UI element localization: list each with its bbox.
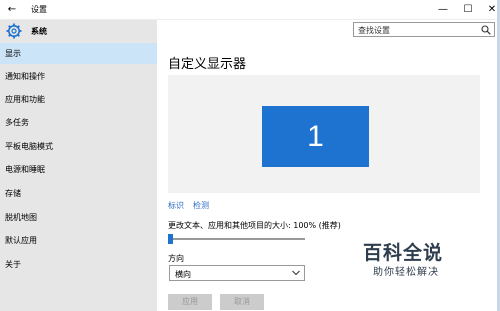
sidebar-header: 系统 — [0, 20, 157, 42]
search-placeholder: 查找设置 — [358, 26, 390, 35]
sidebar-item-storage[interactable]: 存储 — [0, 183, 157, 204]
cancel-button[interactable]: 取消 — [220, 294, 264, 310]
scale-slider-track[interactable] — [170, 238, 305, 240]
sidebar-title: 系统 — [31, 27, 47, 36]
sidebar-item-notifications[interactable]: 通知和操作 — [0, 66, 157, 87]
sidebar-item-tablet-mode[interactable]: 平板电脑模式 — [0, 136, 157, 157]
apply-button[interactable]: 应用 — [168, 294, 212, 310]
watermark-subtitle: 助你轻松解决 — [373, 267, 439, 278]
sidebar-item-about[interactable]: 关于 — [0, 254, 157, 275]
sidebar: 系统 显示 通知和操作 应用和功能 多任务 平板电脑模式 电源和睡眠 存储 脱机… — [0, 20, 157, 311]
search-input[interactable]: 查找设置 — [353, 22, 495, 37]
detect-link[interactable]: 检测 — [193, 200, 209, 211]
orientation-select[interactable]: 横向 — [169, 265, 305, 281]
scale-label: 更改文本、应用和其他项目的大小: 100% (推荐) — [168, 221, 341, 230]
identify-link[interactable]: 标识 — [168, 200, 184, 211]
page-title: 自定义显示器 — [168, 57, 247, 72]
orientation-value: 横向 — [175, 270, 191, 279]
minimize-button[interactable]: — — [432, 2, 454, 18]
sidebar-item-display[interactable]: 显示 — [0, 43, 157, 64]
chevron-down-icon — [292, 270, 300, 276]
scale-slider-thumb[interactable] — [168, 234, 173, 244]
monitor-tile[interactable]: 1 — [262, 106, 369, 167]
back-button[interactable]: ← — [5, 3, 19, 17]
window-title: 设置 — [31, 5, 47, 14]
search-icon[interactable] — [481, 25, 491, 35]
orientation-label: 方向 — [168, 254, 184, 263]
title-bar: ← 设置 — ☐ ✕ — [0, 0, 500, 20]
maximize-button[interactable]: ☐ — [457, 2, 479, 18]
sidebar-item-default-apps[interactable]: 默认应用 — [0, 230, 157, 251]
sidebar-item-multitasking[interactable]: 多任务 — [0, 112, 157, 133]
sidebar-item-apps[interactable]: 应用和功能 — [0, 89, 157, 110]
sidebar-item-power-sleep[interactable]: 电源和睡眠 — [0, 159, 157, 180]
gear-icon — [6, 23, 22, 39]
sidebar-item-offline-maps[interactable]: 脱机地图 — [0, 207, 157, 228]
watermark-title: 百科全说 — [363, 242, 444, 264]
